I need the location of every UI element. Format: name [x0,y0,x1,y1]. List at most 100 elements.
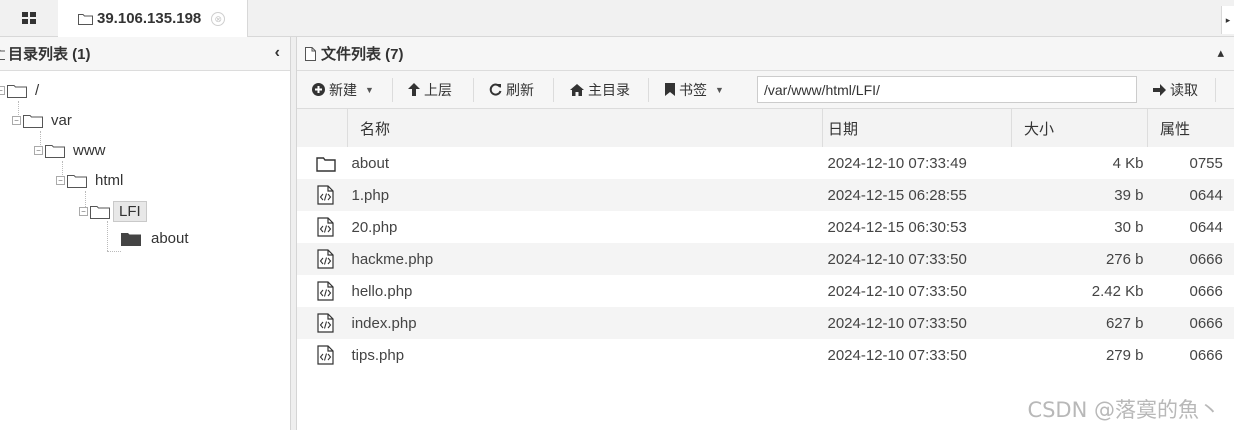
table-row[interactable]: 20.php 2024-12-15 06:30:53 30 b 0644 [297,211,1234,243]
file-name[interactable]: hello.php [348,275,823,307]
arrow-right-icon [1153,83,1166,96]
column-header-name[interactable]: 名称 [347,109,823,147]
tree-node-label: / [35,82,40,99]
file-permission: 0644 [1147,179,1234,211]
file-permission: 0666 [1147,243,1234,275]
file-icon-cell [297,147,348,179]
up-level-label: 上层 [424,81,452,98]
toolbar-divider [392,78,393,102]
table-row[interactable]: 1.php 2024-12-15 06:28:55 39 b 0644 [297,179,1234,211]
file-name[interactable]: hackme.php [347,243,823,275]
close-tab-icon[interactable]: ⊗ [211,11,226,26]
tree-node-about[interactable]: about [121,230,189,247]
file-date: 2024-12-10 07:33:49 [827,154,967,172]
bookmark-button[interactable]: 书签 ▼ [665,71,724,108]
file-panel-title: 文件列表 (7) [321,46,404,63]
refresh-icon [489,83,502,96]
directory-panel: 目录列表 (1) ‹ − / − var − www − html − LFI … [0,37,292,430]
folder-icon [67,174,87,188]
new-label: 新建 [329,81,357,98]
code-file-icon [317,281,334,301]
file-date: 2024-12-15 06:28:55 [822,179,1012,211]
file-icon-cell [297,211,348,243]
folder-filled-icon [121,232,141,246]
file-icon [305,46,316,61]
folder-icon [0,48,5,60]
collapse-node-icon[interactable]: − [12,116,21,125]
file-name[interactable]: 1.php [347,179,823,211]
new-button[interactable]: 新建 ▼ [312,71,374,108]
file-permission: 0666 [1189,282,1223,300]
bookmark-icon [665,83,675,96]
arrow-up-icon [408,83,420,96]
file-icon-cell [297,179,348,211]
directory-panel-title: 目录列表 (1) [8,46,91,63]
grid-icon[interactable] [0,0,59,36]
bookmark-label: 书签 [679,81,707,98]
file-toolbar: 新建 ▼ 上层 刷新 主目录 书签 ▼ /var/www/html/LFI/ 读… [297,71,1234,109]
file-table: 名称 日期 大小 属性 about 2024-12-10 07:33:49 4 Kb… [297,109,1234,371]
up-level-button[interactable]: 上层 [408,71,452,108]
refresh-button[interactable]: 刷新 [489,71,534,108]
home-label: 主目录 [588,81,630,98]
tab-connection[interactable]: 39.106.135.198 ⊗ [58,0,248,37]
table-row[interactable]: index.php 2024-12-10 07:33:50 627 b 0666 [297,307,1234,339]
tree-node-label: www [73,142,106,159]
file-size: 276 b [1011,243,1148,275]
file-date: 2024-12-10 07:33:50 [827,346,967,364]
collapse-node-icon[interactable]: − [34,146,43,155]
code-file-icon [317,249,334,269]
table-header-row: 名称 日期 大小 属性 [297,109,1234,147]
directory-tree: − / − var − www − html − LFI about [0,71,292,430]
read-label: 读取 [1170,81,1198,98]
file-icon-cell [297,307,348,339]
file-size: 2.42 Kb [1091,282,1144,300]
file-size: 4 Kb [1112,154,1144,172]
toolbar-divider [1215,78,1216,102]
home-button[interactable]: 主目录 [570,71,630,108]
table-row[interactable]: hackme.php 2024-12-10 07:33:50 276 b 0666 [297,243,1234,275]
column-header-perm[interactable]: 属性 [1147,109,1234,147]
code-file-icon [317,345,334,365]
collapse-node-icon[interactable]: − [56,176,65,185]
tree-node-html[interactable]: − html [56,172,123,189]
table-row[interactable]: tips.php 2024-12-10 07:33:50 279 b 0666 [297,339,1234,371]
directory-panel-header: 目录列表 (1) ‹ [0,37,292,71]
tree-node-var[interactable]: − var [12,112,72,129]
collapse-panel-icon[interactable]: ▴ [1217,45,1224,61]
file-name[interactable]: tips.php [348,339,823,371]
home-icon [570,83,584,96]
panel-splitter[interactable] [290,37,297,430]
file-permission: 0666 [1189,346,1223,364]
collapse-left-icon[interactable]: ‹ [275,44,280,62]
plus-circle-icon [312,83,325,96]
tree-node-label: html [95,172,124,189]
toolbar-divider [473,78,474,102]
table-row[interactable]: about 2024-12-10 07:33:49 4 Kb 0755 [297,147,1234,179]
code-file-icon [317,185,334,205]
file-size: 279 b [1105,346,1144,364]
tree-node-www[interactable]: − www [34,142,106,159]
file-size: 39 b [1011,179,1148,211]
tree-node-lfi[interactable]: − LFI [79,201,147,222]
file-date: 2024-12-10 07:33:50 [822,307,1012,339]
file-date: 2024-12-15 06:30:53 [827,218,967,236]
collapse-node-icon[interactable]: − [0,86,5,95]
folder-icon [45,144,65,158]
tab-scroll-right-icon[interactable]: ▸ [1221,6,1234,34]
collapse-node-icon[interactable]: − [79,207,88,216]
column-header-size[interactable]: 大小 [1011,109,1148,147]
file-name[interactable]: about [348,147,823,179]
code-file-icon [317,217,334,237]
path-input[interactable] [757,76,1137,103]
folder-icon [90,205,110,219]
column-header-date[interactable]: 日期 [822,109,1012,147]
code-file-icon [317,313,334,333]
folder-icon [7,84,27,98]
file-date: 2024-12-10 07:33:50 [827,282,967,300]
tree-node-root[interactable]: − / [0,82,39,99]
file-name[interactable]: 20.php [348,211,823,243]
file-name[interactable]: index.php [347,307,823,339]
table-row[interactable]: hello.php 2024-12-10 07:33:50 2.42 Kb 0666 [297,275,1234,307]
read-button[interactable]: 读取 [1153,71,1198,108]
